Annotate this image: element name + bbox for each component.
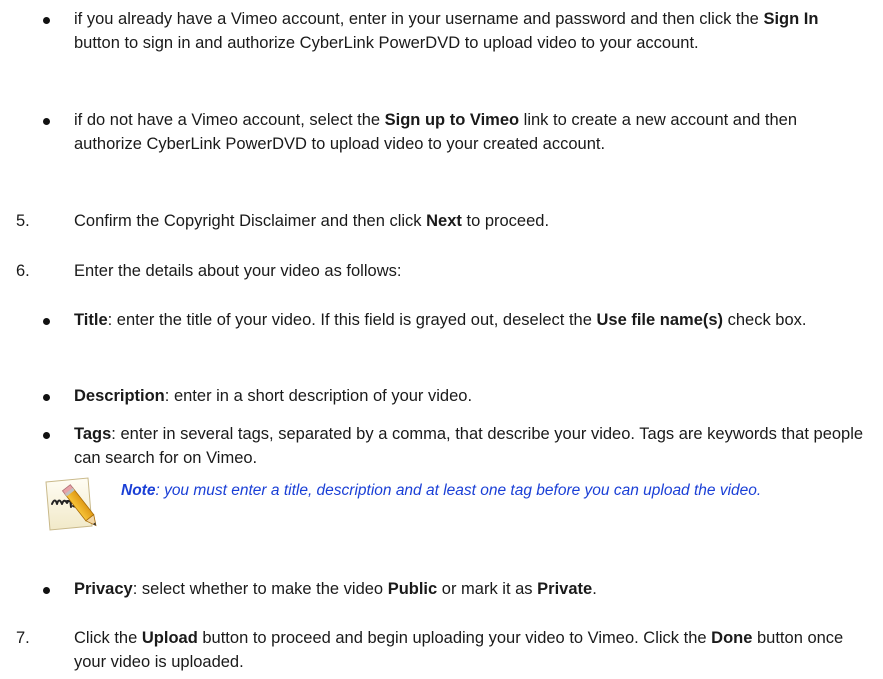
step-text: Confirm the Copyright Disclaimer and the… [74,212,427,230]
bullet-dot [43,432,50,439]
bullet-sign-in: if you already have a Vimeo account, ent… [43,7,864,55]
detail-label: Title [74,311,108,329]
bullet-text: button to sign in and authorize CyberLin… [74,34,699,52]
bullet-bold: Sign In [763,10,819,28]
detail-text: : select whether to make the video [132,580,388,598]
detail-tags: Tags: enter in several tags, separated b… [43,422,864,470]
document-page: if you already have a Vimeo account, ent… [0,0,883,679]
detail-text: : enter in a short description of your v… [164,387,473,405]
detail-privacy: Privacy: select whether to make the vide… [43,577,864,601]
bullet-dot [43,318,50,325]
detail-bold: Use file name(s) [596,311,724,329]
detail-bold: Private [537,580,593,598]
bullet-text: if you already have a Vimeo account, ent… [74,10,764,28]
step-bold: Next [426,212,462,230]
step-7: 7. Click the Upload button to proceed an… [16,626,864,674]
step-bold: Done [711,629,753,647]
detail-text: or mark it as [437,580,538,598]
detail-label: Tags [74,425,112,443]
bullet-dot [43,587,50,594]
detail-label: Privacy [74,580,133,598]
step-bold: Upload [141,629,198,647]
step-6: 6. Enter the details about your video as… [16,259,864,283]
detail-text: check box. [723,311,807,329]
note-body: : you must enter a title, description an… [155,482,762,499]
detail-bold: Public [387,580,438,598]
note-label: Note [121,482,156,499]
detail-title: Title: enter the title of your video. If… [43,308,864,332]
step-text: Enter the details about your video as fo… [74,262,402,280]
note-text: Note: you must enter a title, descriptio… [121,478,861,503]
bullet-sign-up: if do not have a Vimeo account, select t… [43,108,864,156]
detail-label: Description [74,387,165,405]
note-pencil-icon [42,474,104,536]
detail-text: : enter in several tags, separated by a … [74,425,864,467]
step-5: 5. Confirm the Copyright Disclaimer and … [16,209,864,233]
detail-description: Description: enter in a short descriptio… [43,384,864,408]
step-number: 7. [16,629,30,647]
bullet-text: if do not have a Vimeo account, select t… [74,111,385,129]
bullet-dot [43,17,50,24]
step-number: 6. [16,262,30,280]
bullet-dot [43,394,50,401]
step-number: 5. [16,212,30,230]
step-text: to proceed. [461,212,550,230]
bullet-bold: Sign up to Vimeo [384,111,520,129]
detail-text: . [592,580,597,598]
bullet-dot [43,118,50,125]
step-text: button to proceed and begin uploading yo… [197,629,712,647]
step-text: Click the [74,629,142,647]
detail-text: : enter the title of your video. If this… [107,311,597,329]
